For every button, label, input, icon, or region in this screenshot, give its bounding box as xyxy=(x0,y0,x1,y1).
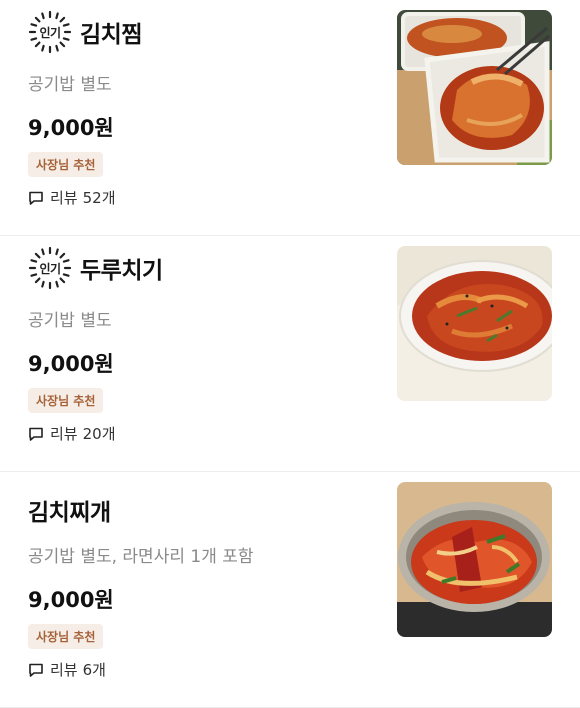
menu-item-price: 9,000원 xyxy=(28,352,114,376)
badge-label: 인기 xyxy=(39,25,61,40)
menu-title-row: 인기 두루치기 xyxy=(28,246,163,290)
duruchigi-photo[interactable] xyxy=(397,246,552,401)
speech-bubble-icon xyxy=(29,427,43,441)
menu-item-description: 공기밥 별도 xyxy=(28,311,112,331)
menu-item-kimchi-jjim[interactable]: 인기 김치찜 공기밥 별도 9,000원 사장님 추천 리뷰 52개 xyxy=(0,0,580,236)
menu-title-row: 인기 김치찜 xyxy=(28,10,142,54)
review-link[interactable]: 리뷰 6개 xyxy=(28,659,106,680)
menu-item-price: 9,000원 xyxy=(28,588,114,612)
speech-bubble-icon xyxy=(29,663,43,677)
menu-item-price: 9,000원 xyxy=(28,116,114,140)
review-link[interactable]: 리뷰 52개 xyxy=(28,187,116,208)
menu-title-row: 김치찌개 xyxy=(28,488,111,532)
popular-badge: 인기 xyxy=(28,246,72,290)
owner-recommend-tag: 사장님 추천 xyxy=(28,388,104,413)
menu-item-kimchi-jjigae[interactable]: 김치찌개 공기밥 별도, 라면사리 1개 포함 9,000원 사장님 추천 리뷰… xyxy=(0,472,580,708)
owner-recommend-tag: 사장님 추천 xyxy=(28,624,104,649)
owner-recommend-tag: 사장님 추천 xyxy=(28,152,104,177)
popular-badge: 인기 xyxy=(28,10,72,54)
menu-item-name: 두루치기 xyxy=(80,258,163,284)
review-count: 20개 xyxy=(82,425,116,443)
review-label: 리뷰 xyxy=(50,425,78,443)
kimchi-jjim-photo[interactable] xyxy=(397,10,552,165)
review-label: 리뷰 xyxy=(50,189,78,207)
kimchi-jjigae-photo[interactable] xyxy=(397,482,552,637)
review-count: 52개 xyxy=(82,189,116,207)
review-label: 리뷰 xyxy=(50,661,78,679)
badge-label: 인기 xyxy=(39,261,61,276)
review-link[interactable]: 리뷰 20개 xyxy=(28,423,116,444)
menu-item-duruchigi[interactable]: 인기 두루치기 공기밥 별도 9,000원 사장님 추천 리뷰 20개 xyxy=(0,236,580,472)
menu-item-description: 공기밥 별도 xyxy=(28,75,112,95)
menu-item-description: 공기밥 별도, 라면사리 1개 포함 xyxy=(28,547,254,567)
speech-bubble-icon xyxy=(29,191,43,205)
menu-item-name: 김치찌개 xyxy=(28,500,111,526)
menu-item-name: 김치찜 xyxy=(80,22,142,48)
review-count: 6개 xyxy=(82,661,106,679)
